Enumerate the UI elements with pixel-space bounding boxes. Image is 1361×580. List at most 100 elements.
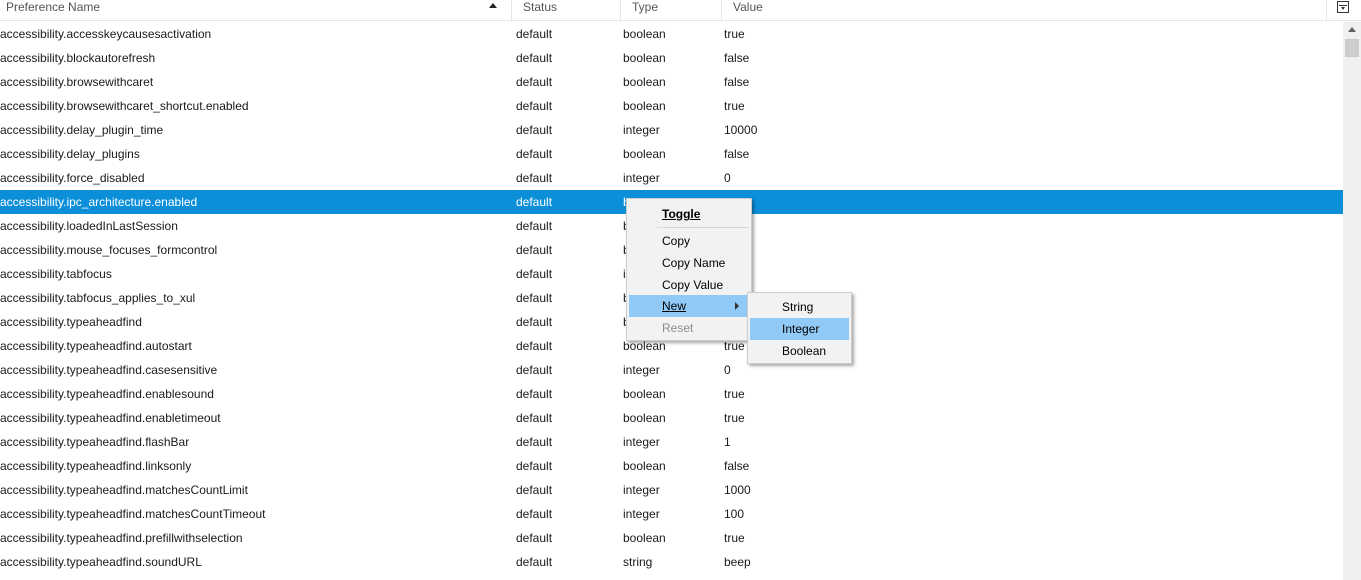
pref-type-cell: boolean (623, 51, 666, 65)
table-row[interactable]: accessibility.blockautorefresh default boo… (0, 46, 1343, 70)
pref-value-cell: false (724, 51, 750, 65)
pref-status-cell: default (516, 195, 553, 209)
column-header-type[interactable]: Type (622, 0, 722, 20)
pref-value-cell: false (724, 574, 749, 580)
scroll-up-arrow-icon[interactable] (1348, 27, 1356, 32)
pref-name-cell: accessibility.typeaheadfind.linksonly (0, 459, 192, 473)
menu-item-reset[interactable]: Reset (629, 317, 749, 339)
table-row[interactable]: accessibility.force_disabled default integ… (0, 166, 1343, 190)
pref-status-cell: default (516, 411, 553, 425)
column-header-type-label: Type (632, 0, 659, 14)
pref-type-cell: boolean (623, 387, 666, 401)
submenu-item-string[interactable]: String (750, 296, 849, 318)
pref-name-cell: accessibility.typeaheadfind.prefillwiths… (0, 531, 243, 545)
menu-item-new-label: New (662, 299, 687, 313)
table-row[interactable]: accessibility.typeaheadfind.linksonly def… (0, 454, 1343, 478)
pref-value-cell: 10000 (724, 123, 758, 137)
pref-type-cell: integer (623, 171, 660, 185)
pref-value-cell: 1000 (724, 483, 751, 497)
pref-status-cell: default (516, 531, 553, 545)
pref-value-cell: false (724, 459, 750, 473)
pref-value-cell: false (724, 75, 750, 89)
pref-name-cell: accessibility.typeaheadfind.startlinkson… (0, 574, 215, 580)
pref-name-cell: accessibility.browsewithcaret_shortcut.e… (0, 99, 249, 113)
column-header-preference-name[interactable]: Preference Name (0, 0, 512, 20)
column-header-value[interactable]: Value (723, 0, 1327, 20)
scroll-thumb[interactable] (1345, 39, 1359, 57)
pref-type-cell: integer (623, 435, 660, 449)
table-row[interactable]: accessibility.browsewithcaret default bool… (0, 70, 1343, 94)
submenu-item-string-label: String (782, 300, 814, 314)
pref-type-cell: boolean (623, 75, 666, 89)
pref-value-cell: beep (724, 555, 751, 569)
table-row[interactable]: accessibility.typeaheadfind.matchesCount… (0, 502, 1343, 526)
submenu-item-integer[interactable]: Integer (750, 318, 849, 340)
pref-status-cell: default (516, 123, 553, 137)
pref-value-cell: 0 (724, 171, 731, 185)
pref-status-cell: default (516, 555, 553, 569)
pref-status-cell: default (516, 147, 553, 161)
submenu-arrow-icon (735, 302, 739, 310)
pref-status-cell: default (516, 27, 553, 41)
pref-status-cell: default (516, 267, 553, 281)
menu-item-copy-value[interactable]: Copy Value (629, 274, 749, 296)
column-picker-icon[interactable] (1337, 1, 1349, 13)
pref-name-cell: accessibility.blockautorefresh (0, 51, 156, 65)
pref-value-cell: true (724, 99, 745, 113)
table-row[interactable]: accessibility.browsewithcaret_shortcut.e… (0, 94, 1343, 118)
table-row[interactable]: accessibility.typeaheadfind.startlinkson… (0, 574, 1343, 580)
sort-ascending-icon (489, 3, 497, 8)
pref-name-cell: accessibility.browsewithcaret (0, 75, 154, 89)
pref-value-cell: true (724, 531, 745, 545)
menu-item-new[interactable]: New (629, 295, 749, 317)
table-row[interactable]: accessibility.typeaheadfind.enablesound d… (0, 382, 1343, 406)
pref-type-cell: boolean (623, 27, 666, 41)
submenu-item-boolean-label: Boolean (782, 344, 827, 358)
pref-type-cell: boolean (623, 147, 666, 161)
pref-name-cell: accessibility.typeaheadfind.matchesCount… (0, 507, 266, 521)
pref-status-cell: default (516, 435, 553, 449)
column-header-preference-name-label: Preference Name (6, 0, 101, 14)
table-row[interactable]: accessibility.typeaheadfind.matchesCount… (0, 478, 1343, 502)
pref-status-cell: default (516, 291, 553, 305)
table-row[interactable]: accessibility.accesskeycausesactivation d… (0, 22, 1343, 46)
pref-value-cell: 100 (724, 507, 745, 521)
vertical-scrollbar[interactable] (1343, 22, 1361, 580)
table-row[interactable]: accessibility.typeaheadfind.soundURL defa… (0, 550, 1343, 574)
menu-item-toggle[interactable]: Toggle (629, 203, 749, 225)
pref-name-cell: accessibility.typeaheadfind.enabletimeou… (0, 411, 221, 425)
table-row[interactable]: accessibility.typeaheadfind.casesensitiv… (0, 358, 1343, 382)
pref-type-cell: integer (623, 507, 660, 521)
pref-status-cell: default (516, 507, 553, 521)
table-row[interactable]: accessibility.typeaheadfind.prefillwiths… (0, 526, 1343, 550)
pref-status-cell: default (516, 315, 553, 329)
pref-name-cell: accessibility.typeaheadfind.matchesCount… (0, 483, 248, 497)
pref-type-cell: integer (623, 483, 660, 497)
pref-name-cell: accessibility.delay_plugins (0, 147, 140, 161)
menu-item-reset-label: Reset (662, 321, 694, 335)
pref-type-cell: boolean (623, 99, 666, 113)
pref-name-cell: accessibility.loadedInLastSession (0, 219, 178, 233)
menu-item-copy[interactable]: Copy (629, 230, 749, 252)
pref-name-cell: accessibility.delay_plugin_time (0, 123, 164, 137)
pref-status-cell: default (516, 483, 553, 497)
pref-name-cell: accessibility.force_disabled (0, 171, 145, 185)
pref-status-cell: default (516, 387, 553, 401)
table-row[interactable]: accessibility.typeaheadfind.enabletimeou… (0, 406, 1343, 430)
table-row[interactable]: accessibility.delay_plugins default boolea… (0, 142, 1343, 166)
pref-name-cell: accessibility.typeaheadfind.soundURL (0, 555, 202, 569)
table-row[interactable]: accessibility.delay_plugin_time default in… (0, 118, 1343, 142)
menu-item-copy-value-label: Copy Value (662, 278, 724, 292)
pref-status-cell: default (516, 339, 553, 353)
table-row[interactable]: accessibility.typeaheadfind.flashBar defa… (0, 430, 1343, 454)
pref-status-cell: default (516, 171, 553, 185)
pref-status-cell: default (516, 243, 553, 257)
pref-type-cell: boolean (623, 459, 666, 473)
new-submenu: String Integer Boolean (747, 292, 852, 364)
pref-type-cell: boolean (623, 531, 666, 545)
column-header-status[interactable]: Status (513, 0, 621, 20)
menu-item-copy-name[interactable]: Copy Name (629, 252, 749, 274)
pref-name-cell: accessibility.tabfocus_applies_to_xul (0, 291, 196, 305)
submenu-item-integer-label: Integer (782, 322, 820, 336)
submenu-item-boolean[interactable]: Boolean (750, 340, 849, 362)
